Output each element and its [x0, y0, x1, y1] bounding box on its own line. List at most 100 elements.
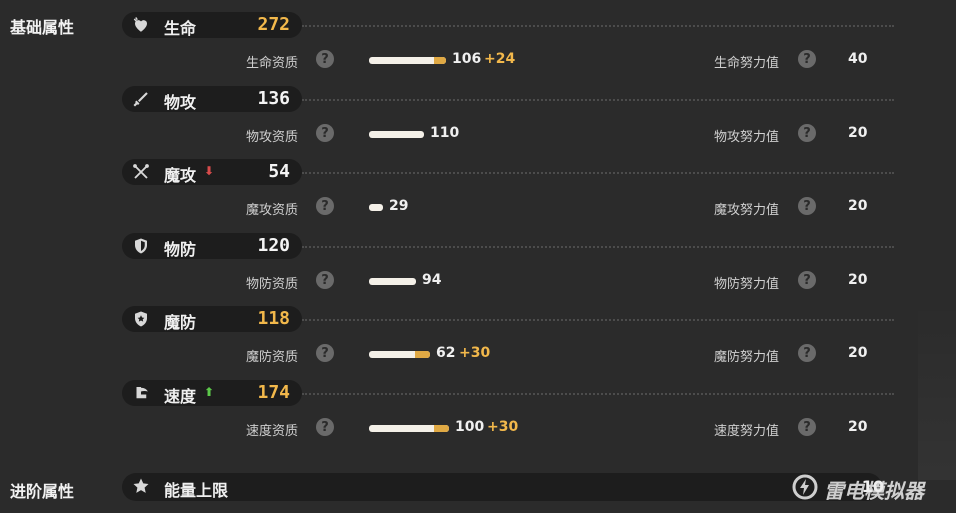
stat-value: 118	[257, 308, 290, 329]
stat-pill: 生命 272	[122, 12, 302, 38]
aptitude-help-icon[interactable]: ?	[316, 197, 334, 215]
effort-help-icon[interactable]: ?	[798, 50, 816, 68]
section-title-advanced: 进阶属性	[10, 482, 75, 501]
aptitude-value: 29	[389, 198, 409, 214]
effort-value-label: 物攻努力值	[714, 130, 780, 145]
aptitude-bar	[369, 351, 430, 358]
effort-value: 20	[848, 419, 868, 435]
effort-help-icon[interactable]: ?	[798, 418, 816, 436]
effort-value-label: 魔防努力值	[714, 350, 780, 365]
advanced-stat-row: 能量上限 10	[122, 473, 884, 501]
stat-value: 136	[257, 88, 290, 109]
aptitude-help-icon[interactable]: ?	[316, 50, 334, 68]
stat-value: 120	[257, 235, 290, 256]
dotted-divider	[302, 25, 894, 27]
stat-row: 魔攻 ⬇ 54 魔攻资质 ? 29 魔攻努力值 ? 20	[0, 159, 956, 233]
effort-value-label: 生命努力值	[714, 56, 780, 71]
stat-value: 54	[268, 161, 290, 182]
stat-pill: 物防 120	[122, 233, 302, 259]
stat-name: 物防	[164, 240, 197, 259]
aptitude-bonus: +30	[459, 345, 491, 361]
stat-name: 物攻	[164, 93, 197, 112]
stat-row: 速度 ⬆ 174 速度资质 ? 100 +30 速度努力值 ? 20	[0, 380, 956, 454]
sword-icon	[132, 90, 150, 108]
stat-detail-row: 魔攻资质 ? 29 魔攻努力值 ? 20	[0, 195, 956, 219]
aptitude-label: 物攻资质	[246, 130, 299, 145]
stat-detail-row: 魔防资质 ? 62 +30 魔防努力值 ? 20	[0, 342, 956, 366]
aptitude-help-icon[interactable]: ?	[316, 344, 334, 362]
shield-icon	[132, 237, 150, 255]
stat-pill: 魔防 118	[122, 306, 302, 332]
aptitude-bar	[369, 425, 449, 432]
aptitude-value: 94	[422, 272, 442, 288]
dotted-divider	[302, 172, 894, 174]
aptitude-help-icon[interactable]: ?	[316, 271, 334, 289]
stat-row: 物防 120 物防资质 ? 94 物防努力值 ? 20	[0, 233, 956, 307]
aptitude-help-icon[interactable]: ?	[316, 124, 334, 142]
dotted-divider	[302, 393, 894, 395]
dotted-divider	[302, 99, 894, 101]
heart-icon	[132, 16, 150, 34]
effort-value: 40	[848, 51, 868, 67]
aptitude-bonus-bar	[434, 425, 449, 432]
aptitude-bar	[369, 204, 383, 211]
stat-pill: 速度 ⬆ 174	[122, 380, 302, 406]
stat-name: 魔防	[164, 313, 197, 332]
stat-row: 生命 272 生命资质 ? 106 +24 生命努力值 ? 40	[0, 12, 956, 86]
stat-detail-row: 生命资质 ? 106 +24 生命努力值 ? 40	[0, 48, 956, 72]
effort-help-icon[interactable]: ?	[798, 124, 816, 142]
effort-help-icon[interactable]: ?	[798, 271, 816, 289]
arrow-up-icon: ⬆	[204, 385, 215, 399]
aptitude-bar	[369, 278, 416, 285]
stat-value: 174	[257, 382, 290, 403]
scroll-shadow	[918, 300, 956, 480]
stat-row: 物攻 136 物攻资质 ? 110 物攻努力值 ? 20	[0, 86, 956, 160]
aptitude-bar	[369, 57, 446, 64]
aptitude-value: 62	[436, 345, 456, 361]
effort-help-icon[interactable]: ?	[798, 197, 816, 215]
stat-row: 魔防 118 魔防资质 ? 62 +30 魔防努力值 ? 20	[0, 306, 956, 380]
thunder-logo-icon	[792, 474, 818, 504]
effort-help-icon[interactable]: ?	[798, 344, 816, 362]
aptitude-bonus-bar	[415, 351, 430, 358]
effort-value: 20	[848, 272, 868, 288]
stat-detail-row: 速度资质 ? 100 +30 速度努力值 ? 20	[0, 416, 956, 440]
wing-boot-icon	[132, 384, 150, 402]
aptitude-label: 魔防资质	[246, 350, 299, 365]
aptitude-value: 100	[455, 419, 485, 435]
stat-detail-row: 物防资质 ? 94 物防努力值 ? 20	[0, 269, 956, 293]
aptitude-bonus: +30	[487, 419, 519, 435]
dotted-divider	[302, 246, 894, 248]
stat-pill: 魔攻 ⬇ 54	[122, 159, 302, 185]
aptitude-help-icon[interactable]: ?	[316, 418, 334, 436]
effort-value: 20	[848, 198, 868, 214]
aptitude-value: 106	[452, 51, 482, 67]
aptitude-label: 速度资质	[246, 424, 299, 439]
effort-value: 20	[848, 125, 868, 141]
dotted-divider	[302, 319, 894, 321]
magic-shield-icon	[132, 310, 150, 328]
stat-pill: 物攻 136	[122, 86, 302, 112]
aptitude-value: 110	[430, 125, 460, 141]
watermark: 雷电模拟器	[792, 474, 924, 504]
effort-value-label: 物防努力值	[714, 277, 780, 292]
aptitude-bonus: +24	[484, 51, 516, 67]
stat-name: 生命	[164, 19, 197, 38]
effort-value-label: 速度努力值	[714, 424, 780, 439]
watermark-text: 雷电模拟器	[824, 478, 924, 503]
aptitude-bar	[369, 131, 424, 138]
star-icon	[132, 477, 150, 495]
stat-value: 272	[257, 14, 290, 35]
effort-value-label: 魔攻努力值	[714, 203, 780, 218]
arrow-down-icon: ⬇	[204, 164, 215, 178]
aptitude-bonus-bar	[434, 57, 446, 64]
stat-detail-row: 物攻资质 ? 110 物攻努力值 ? 20	[0, 122, 956, 146]
aptitude-label: 生命资质	[246, 56, 299, 71]
advanced-stat-name: 能量上限	[164, 481, 229, 500]
aptitude-label: 物防资质	[246, 277, 299, 292]
effort-value: 20	[848, 345, 868, 361]
stat-name: 速度	[164, 387, 197, 406]
crossed-wands-icon	[132, 163, 150, 181]
stat-name: 魔攻	[164, 166, 197, 185]
aptitude-label: 魔攻资质	[246, 203, 299, 218]
